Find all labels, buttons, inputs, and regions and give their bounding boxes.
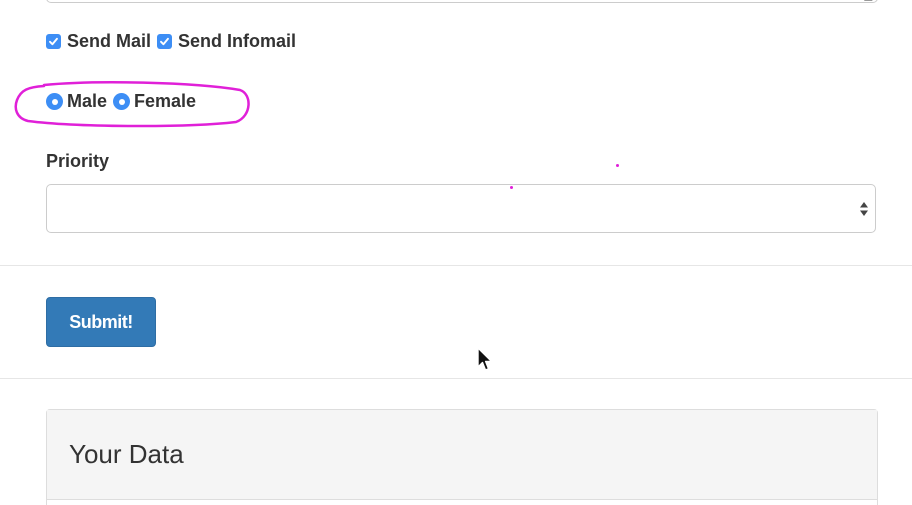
submit-button[interactable]: Submit! [46,297,156,347]
send-mail-label[interactable]: Send Mail [67,31,151,52]
textarea-field[interactable] [46,0,878,3]
priority-label: Priority [46,151,110,171]
select-arrows-icon [860,202,868,216]
gender-radio-group: Male Female [46,91,202,112]
radio-dot-icon [51,98,58,105]
section-divider [0,265,912,266]
female-label[interactable]: Female [134,91,196,112]
checkbox-group: Send Mail Send Infomail [46,31,302,52]
check-icon [160,37,169,46]
priority-select[interactable] [46,184,876,233]
your-data-panel: Your Data [46,409,878,505]
male-label[interactable]: Male [67,91,107,112]
send-infomail-label[interactable]: Send Infomail [178,31,296,52]
mouse-pointer-icon [477,347,493,371]
panel-heading: Your Data [47,410,877,500]
female-radio[interactable] [113,93,131,110]
radio-dot-icon [118,98,125,105]
male-radio[interactable] [46,93,63,110]
check-icon [49,37,58,46]
send-mail-checkbox[interactable] [46,34,61,49]
form-page: Send Mail Send Infomail Male Female Prio… [0,0,912,505]
annotation-dot [616,164,619,167]
annotation-dot [510,186,513,189]
resize-grip-icon[interactable] [863,0,877,1]
send-infomail-checkbox[interactable] [157,34,173,49]
section-divider [0,378,912,379]
